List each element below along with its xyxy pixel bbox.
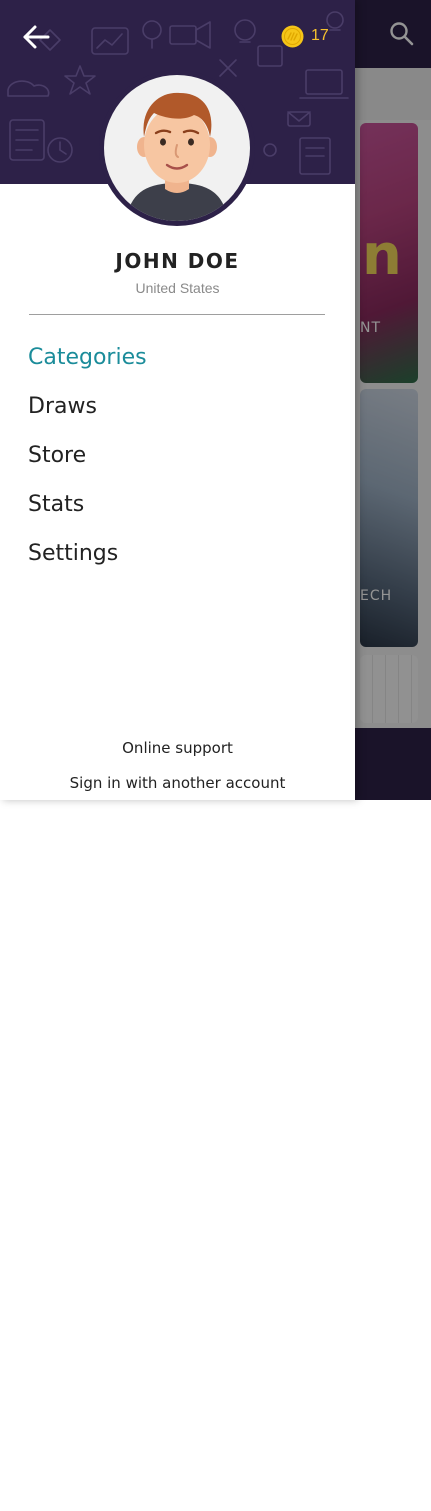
divider [29,314,325,315]
switch-account-link[interactable]: Sign in with another account [0,774,355,792]
coin-balance[interactable]: 17 [281,24,329,48]
drawer-menu: Categories Draws Store Stats Settings [28,333,147,578]
menu-item-categories[interactable]: Categories [28,333,147,382]
online-support-link[interactable]: Online support [0,739,355,757]
coin-count: 17 [311,27,329,44]
coin-icon [281,25,304,47]
user-country: United States [135,280,220,296]
menu-item-store[interactable]: Store [28,431,147,480]
menu-item-settings[interactable]: Settings [28,529,147,578]
avatar-image [104,75,250,221]
menu-item-stats[interactable]: Stats [28,480,147,529]
arrow-left-icon[interactable] [20,22,52,52]
navigation-drawer: 17 JOHN DOE United States Categories Dra… [0,0,355,800]
person-icon[interactable] [373,1477,403,1507]
menu-item-draws[interactable]: Draws [28,382,147,431]
avatar[interactable] [99,70,255,226]
user-name: JOHN DOE [115,249,240,273]
